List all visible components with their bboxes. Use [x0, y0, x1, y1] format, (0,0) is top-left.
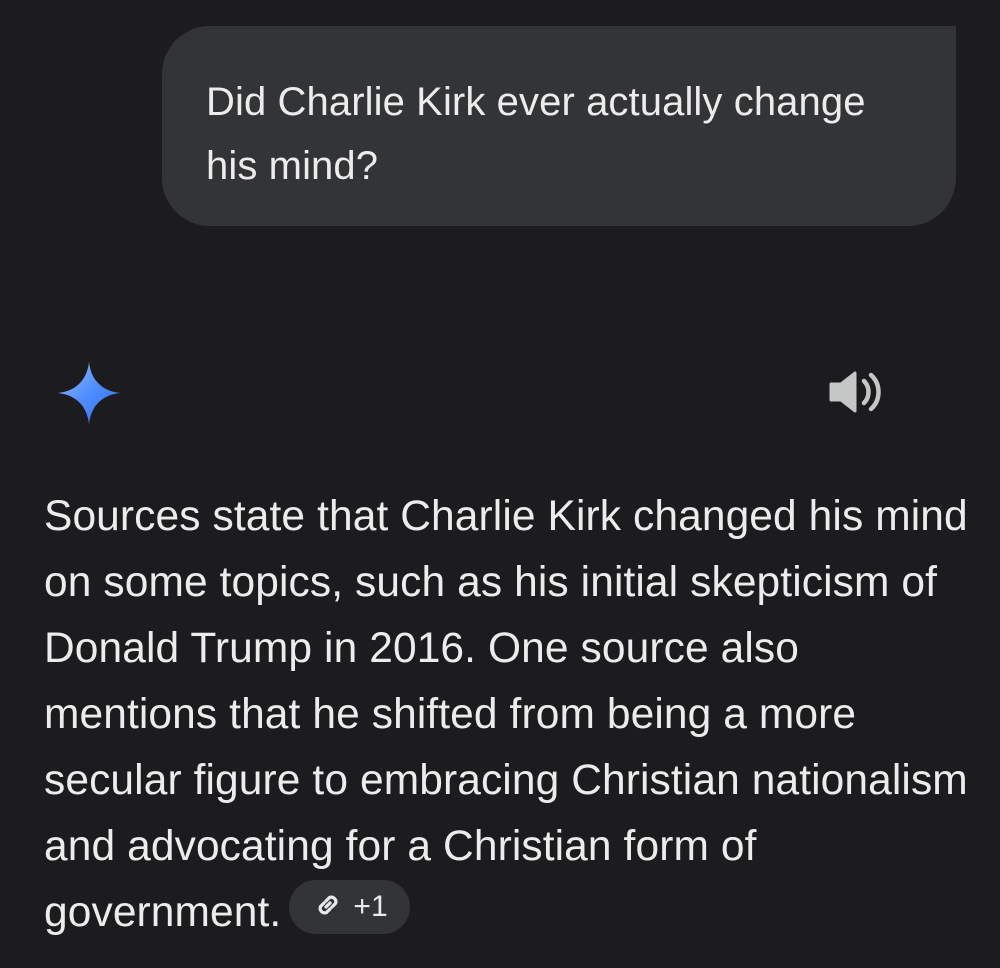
source-count: +1	[353, 890, 388, 923]
speaker-icon	[827, 368, 883, 421]
gemini-sparkle-icon	[56, 360, 122, 426]
assistant-response: Sources state that Charlie Kirk changed …	[44, 484, 974, 946]
source-chip[interactable]: +1	[289, 880, 410, 934]
user-message-bubble: Did Charlie Kirk ever actually change hi…	[162, 26, 956, 226]
read-aloud-button[interactable]	[826, 368, 884, 420]
response-paragraph: Sources state that Charlie Kirk changed …	[44, 484, 974, 946]
link-icon	[313, 874, 343, 940]
user-message-text: Did Charlie Kirk ever actually change hi…	[206, 80, 866, 188]
response-text: Sources state that Charlie Kirk changed …	[44, 493, 968, 936]
